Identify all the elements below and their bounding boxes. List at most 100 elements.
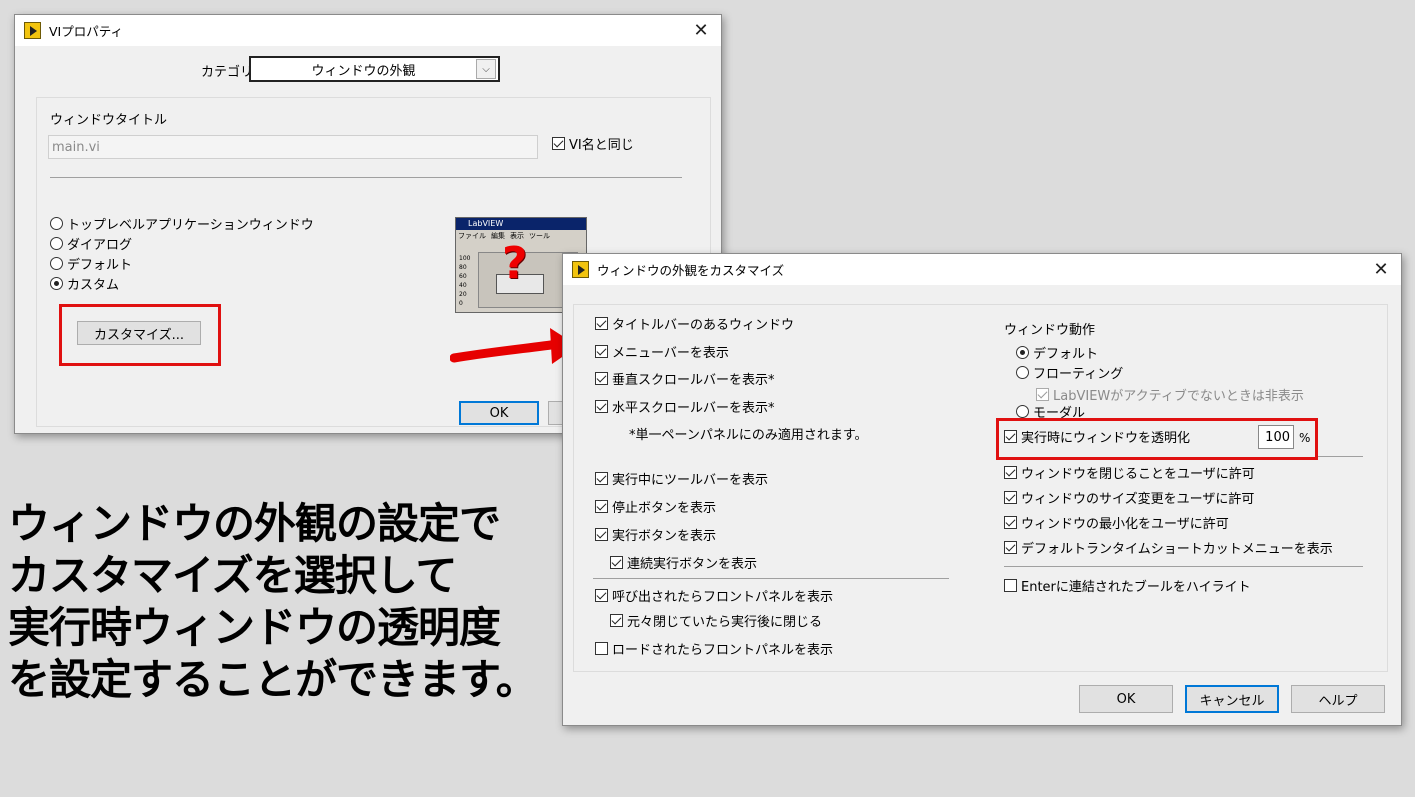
customize-ok-button[interactable]: OK	[1079, 685, 1173, 713]
caption-line: を設定することができます。	[8, 655, 538, 704]
single-pane-footnote: *単一ペーンパネルにのみ適用されます。	[629, 428, 868, 443]
caption-line: カスタマイズを選択して	[8, 551, 457, 600]
customize-dialog-titlebar[interactable]: ウィンドウの外観をカスタマイズ ✕	[563, 254, 1401, 285]
radio-dialog-button[interactable]	[50, 237, 63, 250]
vi-properties-titlebar[interactable]: VIプロパティ ✕	[15, 15, 721, 46]
behavior-floating-radio[interactable]	[1016, 366, 1029, 379]
option-horizontal-scrollbar[interactable]: 水平スクロールバーを表示*	[595, 397, 775, 416]
option-run-button-check[interactable]	[595, 528, 608, 541]
option-run-button[interactable]: 実行ボタンを表示	[595, 525, 716, 544]
option-transparency-check[interactable]	[1004, 430, 1017, 443]
transparency-input[interactable]: 100	[1258, 425, 1294, 449]
left-divider	[593, 578, 949, 579]
radio-toplevel-button[interactable]	[50, 217, 63, 230]
caption-line: ウィンドウの外観の設定で	[8, 499, 501, 548]
behavior-floating-label: フローティング	[1033, 367, 1124, 382]
option-show-fp-loaded-check[interactable]	[595, 642, 608, 655]
behavior-floating[interactable]: フローティング	[1016, 363, 1123, 382]
radio-custom-button[interactable]	[50, 277, 63, 290]
preview-title: LabVIEW	[468, 219, 504, 228]
option-show-fp-loaded-label: ロードされたらフロントパネルを表示	[612, 643, 834, 658]
option-run-continuous-label: 連続実行ボタンを表示	[627, 557, 758, 572]
option-transparency[interactable]: 実行時にウィンドウを透明化	[1004, 427, 1190, 446]
radio-toplevel[interactable]: トップレベルアプリケーションウィンドウ	[50, 214, 314, 233]
window-title-field[interactable]: main.vi	[48, 135, 538, 159]
option-allow-minimize[interactable]: ウィンドウの最小化をユーザに許可	[1004, 513, 1229, 532]
preview-scale-tick: 60	[459, 273, 467, 280]
right-divider	[1004, 566, 1363, 567]
option-vertical-scrollbar[interactable]: 垂直スクロールバーを表示*	[595, 369, 775, 388]
customize-dialog: ウィンドウの外観をカスタマイズ ✕ タイトルバーのあるウィンドウ メニューバーを…	[562, 253, 1402, 726]
option-runtime-menu-check[interactable]	[1004, 541, 1017, 554]
option-close-after[interactable]: 元々閉じていたら実行後に閉じる	[610, 611, 822, 630]
option-title-bar-check[interactable]	[595, 317, 608, 330]
option-allow-resize[interactable]: ウィンドウのサイズ変更をユーザに許可	[1004, 488, 1254, 507]
option-menu-bar-label: メニューバーを表示	[612, 346, 729, 361]
same-as-vi-name-check[interactable]	[552, 137, 565, 150]
option-show-fp-called-check[interactable]	[595, 589, 608, 602]
option-show-fp-called[interactable]: 呼び出されたらフロントパネルを表示	[595, 586, 833, 605]
right-divider-top	[1318, 456, 1363, 457]
option-menu-bar[interactable]: メニューバーを表示	[595, 342, 729, 361]
caption: ウィンドウの外観の設定で カスタマイズを選択して 実行時ウィンドウの透明度 を設…	[8, 498, 538, 706]
divider	[50, 177, 682, 178]
option-toolbar-running-label: 実行中にツールバーを表示	[612, 473, 769, 488]
option-close-after-label: 元々閉じていたら実行後に閉じる	[627, 615, 823, 630]
radio-dialog-label: ダイアログ	[67, 238, 133, 253]
preview-scale-tick: 80	[459, 264, 467, 271]
option-vertical-scrollbar-check[interactable]	[595, 372, 608, 385]
option-abort-button[interactable]: 停止ボタンを表示	[595, 497, 716, 516]
option-allow-close[interactable]: ウィンドウを閉じることをユーザに許可	[1004, 463, 1255, 482]
customize-help-button[interactable]: ヘルプ	[1291, 685, 1385, 713]
close-icon[interactable]: ✕	[1361, 254, 1401, 285]
window-title-label: ウィンドウタイトル	[50, 113, 168, 128]
category-select-value: ウィンドウの外観	[311, 63, 416, 79]
behavior-default-label: デフォルト	[1033, 347, 1099, 362]
option-abort-button-check[interactable]	[595, 500, 608, 513]
option-run-continuous-check[interactable]	[610, 556, 623, 569]
category-label: カテゴリ	[201, 65, 254, 80]
option-title-bar-label: タイトルバーのあるウィンドウ	[612, 318, 795, 333]
radio-dialog[interactable]: ダイアログ	[50, 234, 132, 253]
behavior-default[interactable]: デフォルト	[1016, 343, 1098, 362]
behavior-modal-radio[interactable]	[1016, 405, 1029, 418]
category-select[interactable]: ウィンドウの外観 ⌵	[249, 56, 500, 82]
option-hide-inactive-check[interactable]	[1036, 388, 1049, 401]
option-title-bar[interactable]: タイトルバーのあるウィンドウ	[595, 314, 794, 333]
labview-app-icon	[572, 261, 589, 278]
option-horizontal-scrollbar-check[interactable]	[595, 400, 608, 413]
same-as-vi-name-checkbox[interactable]: VI名と同じ	[552, 134, 634, 153]
behavior-default-radio[interactable]	[1016, 346, 1029, 359]
option-runtime-menu[interactable]: デフォルトランタイムショートカットメニューを表示	[1004, 538, 1333, 557]
radio-custom[interactable]: カスタム	[50, 274, 119, 293]
radio-default-button[interactable]	[50, 257, 63, 270]
preview-scale-tick: 20	[459, 291, 467, 298]
labview-app-icon	[24, 22, 41, 39]
option-allow-close-label: ウィンドウを閉じることをユーザに許可	[1021, 467, 1255, 482]
radio-default[interactable]: デフォルト	[50, 254, 132, 273]
option-close-after-check[interactable]	[610, 614, 623, 627]
option-highlight-enter[interactable]: Enterに連結されたブールをハイライト	[1004, 576, 1251, 595]
option-toolbar-running[interactable]: 実行中にツールバーを表示	[595, 469, 768, 488]
customize-cancel-button[interactable]: キャンセル	[1185, 685, 1279, 713]
preview-scale-tick: 40	[459, 282, 467, 289]
option-horizontal-scrollbar-label: 水平スクロールバーを表示*	[612, 401, 775, 416]
same-as-vi-name-label: VI名と同じ	[569, 138, 634, 153]
option-run-continuous[interactable]: 連続実行ボタンを表示	[610, 553, 757, 572]
option-show-fp-called-label: 呼び出されたらフロントパネルを表示	[612, 590, 834, 605]
option-show-fp-loaded[interactable]: ロードされたらフロントパネルを表示	[595, 639, 833, 658]
option-menu-bar-check[interactable]	[595, 345, 608, 358]
option-allow-minimize-check[interactable]	[1004, 516, 1017, 529]
option-transparency-label: 実行時にウィンドウを透明化	[1021, 431, 1191, 446]
red-arrow-icon	[450, 328, 578, 364]
chevron-down-icon[interactable]: ⌵	[476, 59, 496, 79]
close-icon[interactable]: ✕	[681, 15, 721, 46]
vi-properties-ok-button[interactable]: OK	[459, 401, 539, 425]
option-abort-button-label: 停止ボタンを表示	[612, 501, 717, 516]
option-allow-close-check[interactable]	[1004, 466, 1017, 479]
customize-button[interactable]: カスタマイズ...	[77, 321, 201, 345]
transparency-value: 100	[1265, 429, 1290, 445]
option-allow-resize-check[interactable]	[1004, 491, 1017, 504]
option-toolbar-running-check[interactable]	[595, 472, 608, 485]
option-highlight-enter-check[interactable]	[1004, 579, 1017, 592]
